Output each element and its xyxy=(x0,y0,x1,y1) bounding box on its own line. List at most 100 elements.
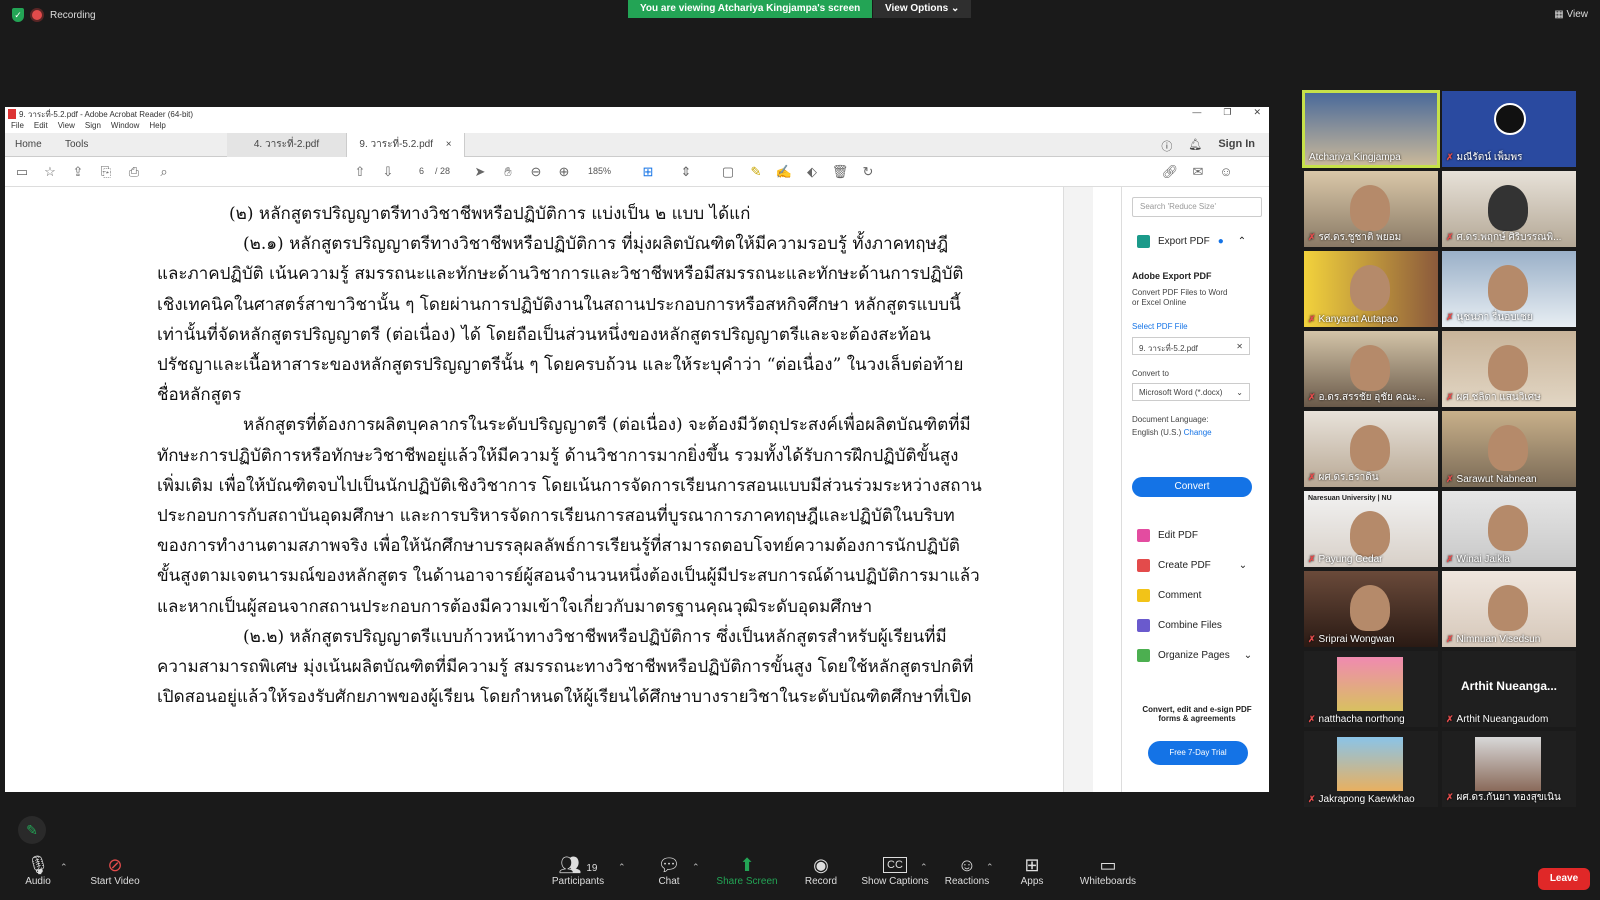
maximize-icon[interactable]: ❐ xyxy=(1223,107,1231,118)
avatar xyxy=(1350,265,1390,311)
mic-muted-icon: ✗ xyxy=(1446,152,1454,162)
participants-button[interactable]: 👥︎ 19 Participants xyxy=(538,854,618,887)
video-tile[interactable]: ✗ นุชนภา รื่นอบเชย xyxy=(1442,251,1576,327)
participant-name: ✗ Sarawut Nabnean xyxy=(1446,474,1537,485)
sign-in-button[interactable]: Sign In xyxy=(1218,138,1255,154)
tab-close-icon[interactable]: × xyxy=(446,139,452,150)
menu-window[interactable]: Window xyxy=(111,121,139,133)
apps-button[interactable]: ⊞ Apps xyxy=(992,854,1072,887)
mic-muted-icon: ✗ xyxy=(1446,392,1454,402)
save-icon[interactable]: ▭ xyxy=(13,164,31,180)
page-up-icon[interactable]: ⇧ xyxy=(351,164,369,180)
document-view[interactable]: (๒) หลักสูตรปริญญาตรีทางวิชาชีพหรือปฏิบั… xyxy=(5,187,1093,792)
view-options-label: View Options xyxy=(885,3,949,14)
view-button[interactable]: ▦ View xyxy=(1554,9,1588,20)
free-trial-button[interactable]: Free 7-Day Trial xyxy=(1148,741,1248,765)
video-tile[interactable]: ✗ ศ.ดร.พฤกษ์ ศิริบรรณพิ... xyxy=(1442,171,1576,247)
highlight-icon[interactable]: ✎ xyxy=(747,164,765,180)
help-icon[interactable]: ⓘ xyxy=(1161,138,1172,154)
convert-button[interactable]: Convert xyxy=(1132,477,1252,497)
video-tile[interactable]: ✗ อ.ดร.สรรชัย อุชัย คณะ... xyxy=(1304,331,1438,407)
mail-icon[interactable]: ✉ xyxy=(1189,164,1207,180)
video-tile[interactable]: ✗ ผศ.ดร.กันยา ทองสุขเนิน xyxy=(1442,731,1576,807)
video-tile[interactable]: Arthit Nueanga... ✗ Arthit Nueangaudom xyxy=(1442,651,1576,727)
select-cursor-icon[interactable]: ➤ xyxy=(471,164,489,180)
rotate-icon[interactable]: ↻ xyxy=(859,164,877,180)
chevron-down-icon[interactable]: ⌄ xyxy=(1244,650,1252,661)
scroll-mode-icon[interactable]: ⇕ xyxy=(677,164,695,180)
video-tile[interactable]: ✗ Sriprai Wongwan xyxy=(1304,571,1438,647)
zoom-level[interactable]: 185% xyxy=(588,166,611,176)
chat-caret-icon[interactable]: ⌃ xyxy=(692,862,700,873)
print-icon[interactable]: ⎙ xyxy=(125,164,143,180)
annotate-pen-icon[interactable]: ✎ xyxy=(18,816,46,844)
whiteboards-button[interactable]: ▭ Whiteboards xyxy=(1068,854,1148,887)
video-tile[interactable]: Naresuan University | NU ✗ Payung Cedar xyxy=(1304,491,1438,567)
video-tile[interactable]: Atchariya Kingjampa xyxy=(1302,90,1440,168)
tab-home[interactable]: Home xyxy=(5,133,52,157)
bell-icon[interactable]: 🔔︎ xyxy=(1188,138,1202,154)
search-icon[interactable]: ⌕ xyxy=(155,164,173,180)
record-button[interactable]: ◉ Record xyxy=(781,854,861,887)
star-icon[interactable]: ☆ xyxy=(41,164,59,180)
upload-icon[interactable]: ⇪ xyxy=(69,164,87,180)
edit-pdf-item[interactable]: Edit PDF xyxy=(1137,529,1198,542)
video-tile[interactable]: ✗ ผศ.ดร.ธราดิน xyxy=(1304,411,1438,487)
participant-name: ✗ Jakrapong Kaewkhao xyxy=(1308,794,1415,805)
selected-file-field[interactable]: 9. วาระที่-5.2.pdf ✕ xyxy=(1132,337,1250,355)
video-tile[interactable]: ✗ Nimnuan Visedsun xyxy=(1442,571,1576,647)
comment-item[interactable]: Comment xyxy=(1137,589,1201,602)
video-tile[interactable]: ✗ ผศ.ชลิดา แสนวิเศษ xyxy=(1442,331,1576,407)
audio-caret-icon[interactable]: ⌃ xyxy=(60,862,68,873)
menu-view[interactable]: View xyxy=(58,121,75,133)
change-link[interactable]: Change xyxy=(1184,428,1212,437)
zoom-in-icon[interactable]: ⊕ xyxy=(555,164,573,180)
video-tile[interactable]: ✗ Winai Jaikla xyxy=(1442,491,1576,567)
view-options-button[interactable]: View Options ⌄ xyxy=(873,0,972,18)
fit-page-icon[interactable]: ⊞ xyxy=(639,164,657,180)
zoom-out-icon[interactable]: ⊖ xyxy=(527,164,545,180)
tab-doc-2[interactable]: 9. วาระที่-5.2.pdf × xyxy=(347,133,465,157)
video-tile[interactable]: ✗ Jakrapong Kaewkhao xyxy=(1304,731,1438,807)
combine-files-item[interactable]: Combine Files xyxy=(1137,619,1222,632)
page-current-input[interactable]: 6 xyxy=(419,166,424,176)
hand-icon[interactable]: ✋︎ xyxy=(499,164,517,180)
video-tile[interactable]: ✗ รศ.ดร.ชูชาติ พยอม xyxy=(1304,171,1438,247)
minimize-icon[interactable]: — xyxy=(1192,107,1201,118)
chevron-up-icon[interactable]: ⌃ xyxy=(1238,236,1246,247)
clear-icon[interactable]: ✕ xyxy=(1236,342,1243,351)
tab-tools[interactable]: Tools xyxy=(55,133,98,157)
menu-help[interactable]: Help xyxy=(149,121,165,133)
organize-pages-item[interactable]: Organize Pages ⌄ xyxy=(1137,649,1252,662)
attach-icon[interactable]: ⎘ xyxy=(97,164,115,180)
menu-file[interactable]: File xyxy=(11,121,24,133)
draw-icon[interactable]: ✍ xyxy=(775,164,793,180)
stamp-icon[interactable]: ⬖ xyxy=(803,164,821,180)
account-icon[interactable]: ☺ xyxy=(1217,164,1235,180)
vertical-scrollbar[interactable] xyxy=(1063,187,1093,792)
video-tile[interactable]: ✗ natthacha northong xyxy=(1304,651,1438,727)
menu-edit[interactable]: Edit xyxy=(34,121,48,133)
export-pdf-item[interactable]: Export PDF ● ⌃ xyxy=(1137,235,1246,248)
video-tile[interactable]: ✗ Kanyarat Autapao xyxy=(1304,251,1438,327)
comment-icon[interactable]: ▢ xyxy=(719,164,737,180)
delete-icon[interactable]: 🗑︎ xyxy=(831,164,849,180)
menu-sign[interactable]: Sign xyxy=(85,121,101,133)
tools-search-input[interactable]: Search 'Reduce Size' xyxy=(1132,197,1262,217)
recording-indicator[interactable]: ✓ Recording xyxy=(12,8,96,22)
close-icon[interactable]: ✕ xyxy=(1253,107,1261,118)
start-video-button[interactable]: ⊘ Start Video xyxy=(75,854,155,887)
share-screen-button[interactable]: ⬆ Share Screen xyxy=(707,854,787,887)
page-down-icon[interactable]: ⇩ xyxy=(379,164,397,180)
video-tile[interactable]: ✗ มณีรัตน์ เพ็มพร xyxy=(1442,91,1576,167)
share-link-icon[interactable]: 🔗︎ xyxy=(1161,164,1179,180)
video-tile[interactable]: ✗ Sarawut Nabnean xyxy=(1442,411,1576,487)
doc-line: เปิดสอนอยู่แล้วให้รองรับศักยภาพของผู้เรี… xyxy=(157,687,972,708)
leave-button[interactable]: Leave xyxy=(1538,868,1590,890)
chevron-down-icon[interactable]: ⌄ xyxy=(1239,560,1247,571)
participant-name: ✗ รศ.ดร.ชูชาติ พยอม xyxy=(1308,232,1402,243)
convert-to-select[interactable]: Microsoft Word (*.docx) ⌄ xyxy=(1132,383,1250,401)
participants-caret-icon[interactable]: ⌃ xyxy=(618,862,626,873)
create-pdf-item[interactable]: Create PDF ⌄ xyxy=(1137,559,1247,572)
tab-doc-1[interactable]: 4. วาระที่-2.pdf xyxy=(227,133,347,157)
